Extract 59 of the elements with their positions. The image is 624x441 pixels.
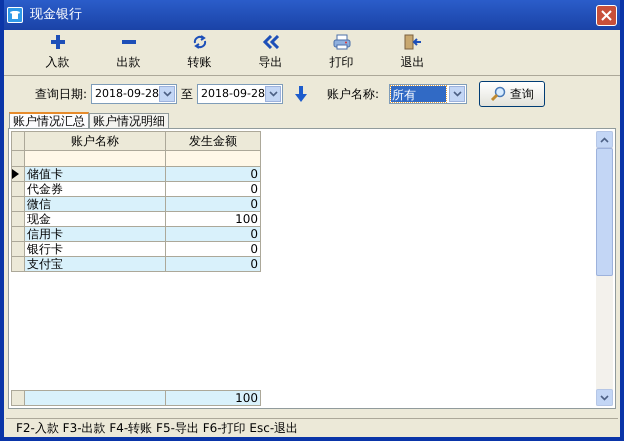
query-button[interactable]: 查询 [479,81,546,107]
scrollbar-thumb[interactable] [596,148,613,276]
double-chevron-icon [262,35,278,49]
toolbar-button[interactable]: 打印 [306,34,377,71]
row-pointer-icon [12,169,19,179]
column-header: 发生金额 [166,131,261,151]
dropdown-button[interactable] [265,86,282,102]
transfer-icon [192,34,208,50]
table-cell: 100 [166,212,261,227]
scrollbar[interactable] [596,131,613,406]
caret-icon [452,91,462,97]
filter-cell[interactable] [166,151,261,167]
search-icon [490,86,506,102]
printer-icon [332,34,350,50]
table-cell: 现金 [25,212,166,227]
table-cell: 代金券 [25,182,166,197]
row-indicator [11,390,25,406]
toolbar-button[interactable]: 导出 [235,34,306,71]
close-icon [601,10,612,20]
shortcut-hint: F2-入款 F3-出款 F4-转账 F5-导出 F6-打印 Esc-退出 [16,420,298,436]
toolbar-button[interactable]: 退出 [377,34,448,71]
table-cell: 支付宝 [25,257,166,272]
date-field[interactable]: 2018-09-28 [197,84,284,104]
caret-icon [268,91,278,97]
table-cell: 银行卡 [25,242,166,257]
down-arrow-icon[interactable] [295,86,308,102]
toolbar-button[interactable]: 转账 [164,34,235,71]
table-cell: 0 [166,197,261,212]
caret-icon [162,91,172,97]
table-cell: 信用卡 [25,227,166,242]
dropdown-button[interactable] [449,86,466,102]
table-cell: 储值卡 [25,167,166,182]
table-cell: 0 [166,167,261,182]
row-indicator [11,151,25,167]
close-button[interactable] [596,4,617,26]
account-label: 账户名称: [327,86,380,103]
app-icon [7,7,23,23]
window-title: 现金银行 [30,6,82,24]
account-dropdown[interactable]: 所有 [389,84,468,104]
date-label: 查询日期: [35,86,88,103]
row-indicator[interactable] [11,167,25,182]
table-cell: 0 [166,242,261,257]
table-cell: 微信 [25,197,166,212]
toolbar-button[interactable]: 出款 [93,34,164,71]
row-header-cell [11,131,25,151]
toolbar-button[interactable]: 入款 [22,34,93,71]
to-label: 至 [181,86,194,103]
footer-cell: 100 [166,390,261,406]
tab[interactable]: 账户情况汇总 [9,112,89,128]
column-header: 账户名称 [25,131,166,151]
table-cell: 0 [166,182,261,197]
plus-icon [50,35,64,49]
door-exit-icon [404,34,422,50]
dropdown-button[interactable] [159,86,176,102]
table-cell: 0 [166,257,261,272]
table-cell: 0 [166,227,261,242]
date-field[interactable]: 2018-09-28 [91,84,178,104]
tab[interactable]: 账户情况明细 [89,113,169,128]
filter-cell[interactable] [25,151,166,167]
